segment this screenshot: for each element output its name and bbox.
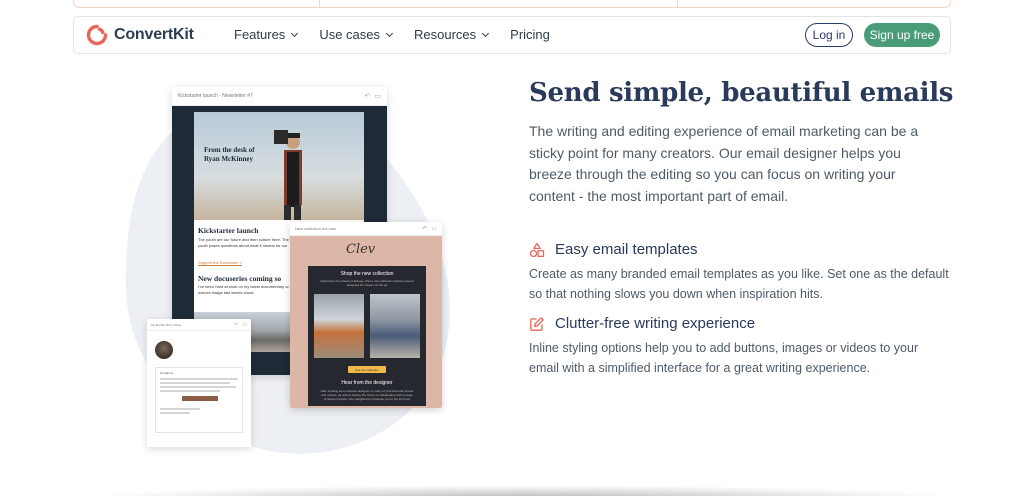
avatar bbox=[155, 341, 173, 359]
preview-titlebar: Kickstarter launch - Newsletter #7 ↶ ▭ bbox=[172, 87, 387, 106]
feature-title: Clutter-free writing experience bbox=[555, 315, 756, 332]
fashion-photo bbox=[314, 294, 364, 358]
greeting: Hi Hanna, bbox=[160, 371, 174, 375]
nav-item-label: Features bbox=[234, 27, 286, 42]
chevron-down-icon bbox=[291, 29, 299, 37]
preview-title: My Mother Won't Wear bbox=[151, 322, 182, 327]
see-collection-button: See the collection bbox=[348, 366, 386, 373]
feature-body: Inline styling options help you to add b… bbox=[529, 341, 919, 375]
nav-item-features[interactable]: Features bbox=[234, 27, 299, 42]
signature-logo: Clev bbox=[346, 242, 376, 257]
convertkit-logo-icon bbox=[86, 24, 108, 46]
nav-item-use-cases[interactable]: Use cases bbox=[319, 27, 394, 42]
feature-title: Easy email templates bbox=[555, 241, 698, 258]
hear-title: Hear from the designer bbox=[341, 380, 393, 386]
preview-titlebar: My Mother Won't Wear ↶ ▭ bbox=[147, 319, 251, 331]
shop-subtitle: Inspired by the streets of Europe. Clev'… bbox=[320, 279, 414, 287]
nav-item-pricing[interactable]: Pricing bbox=[510, 27, 550, 42]
signup-button[interactable]: Sign up free bbox=[864, 23, 940, 47]
nav-item-label: Resources bbox=[414, 27, 477, 42]
section-title: Kickstarter launch bbox=[198, 226, 259, 235]
shapes-icon bbox=[529, 242, 545, 258]
logo-text: ConvertKit bbox=[114, 26, 194, 43]
collection-panel: Shop the new collection Inspired by the … bbox=[308, 266, 426, 406]
shop-title: Shop the new collection bbox=[340, 271, 394, 277]
archive-icon: ▭ bbox=[431, 226, 437, 232]
preview-title: Kickstarter launch - Newsletter #7 bbox=[178, 93, 253, 99]
section-title: New docuseries coming so bbox=[198, 274, 282, 283]
message-box: Hi Hanna, bbox=[155, 367, 243, 433]
from-desk-heading: From the desk of Ryan McKinney bbox=[204, 146, 255, 164]
preview-title: New collection out now bbox=[295, 226, 336, 231]
cta-button bbox=[182, 396, 218, 401]
photographer-image bbox=[274, 130, 302, 220]
chevron-down-icon bbox=[385, 29, 394, 37]
nav-item-label: Use cases bbox=[319, 27, 381, 42]
chevron-down-icon bbox=[482, 29, 490, 37]
main-nav: Features Use cases Resources Pricing bbox=[234, 27, 572, 42]
preview-titlebar: New collection out now ↶ ▭ bbox=[290, 222, 442, 236]
nav-item-label: Pricing bbox=[510, 27, 550, 42]
reply-icon: ↶ bbox=[364, 93, 371, 100]
feature-body: Create as many branded email templates a… bbox=[529, 267, 949, 301]
email-preview-collection: New collection out now ↶ ▭ Clev Shop the … bbox=[290, 222, 442, 408]
login-button[interactable]: Log in bbox=[805, 23, 853, 47]
navbar: ConvertKit Features Use cases Resources … bbox=[73, 16, 951, 54]
reply-icon: ↶ bbox=[234, 321, 239, 328]
page-title: Send simple, beautiful emails bbox=[529, 78, 954, 108]
email-preview-personal: My Mother Won't Wear ↶ ▭ Hi Hanna, bbox=[147, 319, 251, 447]
from-desk-text: From the desk of bbox=[204, 146, 255, 154]
hear-body: After working as a costume designer on m… bbox=[320, 389, 414, 401]
logo[interactable]: ConvertKit bbox=[86, 24, 194, 46]
hero-photo bbox=[194, 112, 364, 220]
archive-icon: ▭ bbox=[242, 321, 247, 328]
reply-icon: ↶ bbox=[422, 226, 428, 232]
author-name: Ryan McKinney bbox=[204, 155, 253, 163]
intro-text: The writing and editing experience of em… bbox=[529, 123, 919, 204]
fashion-photo bbox=[370, 294, 420, 358]
top-frame-edge bbox=[73, 0, 951, 8]
archive-icon: ▭ bbox=[374, 93, 381, 100]
kickstarter-link[interactable]: Support the Kickstarter > bbox=[198, 260, 242, 265]
edit-icon bbox=[530, 317, 544, 331]
section-divider-shadow bbox=[110, 486, 940, 496]
nav-item-resources[interactable]: Resources bbox=[414, 27, 490, 42]
